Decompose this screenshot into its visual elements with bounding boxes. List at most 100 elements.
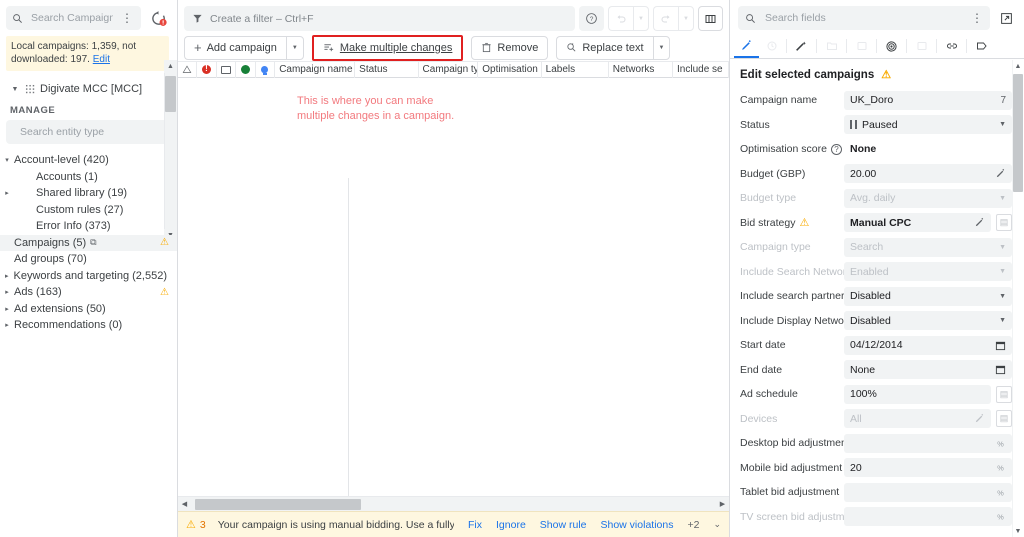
sidebar-item-custom-rules-27[interactable]: Custom rules (27) [0, 202, 177, 219]
entity-type-search[interactable]: ⋮ [6, 120, 175, 144]
edit-scroll-thumb[interactable] [1013, 74, 1023, 192]
chevron-right-icon[interactable]: ▸ [0, 288, 14, 296]
tab-label[interactable] [969, 34, 994, 58]
column-header[interactable]: Campaign name [275, 61, 356, 78]
undo-dropdown[interactable]: ▼ [633, 6, 649, 31]
chevron-right-icon[interactable]: ▸ [0, 321, 14, 329]
hscroll-thumb[interactable] [195, 498, 361, 510]
status-link-fix[interactable]: Fix [468, 519, 482, 531]
field-value-ad-schedule[interactable]: 100% [844, 384, 991, 404]
field-value-tablet-bid-adjustment[interactable]: % [844, 482, 1012, 502]
field-value-tv-screen-bid-adjustment[interactable]: % [844, 507, 1012, 527]
field-value-desktop-bid-adjustment[interactable]: % [844, 433, 1012, 453]
chevron-down-icon[interactable]: ▼ [10, 86, 20, 93]
copy-to-clipboard-button[interactable]: ▤ [996, 385, 1012, 403]
pencil-icon-button[interactable] [995, 168, 1006, 179]
undo-button[interactable] [608, 6, 633, 31]
chevron-down-icon[interactable]: ⌄ [713, 519, 721, 530]
field-value-mobile-bid-adjustment[interactable]: 20% [844, 458, 1012, 478]
table-horizontal-scrollbar[interactable]: ◀ ▶ [178, 496, 729, 511]
column-warning-icon[interactable] [178, 61, 198, 78]
search-options-kebab[interactable]: ⋮ [121, 12, 133, 24]
field-value-devices[interactable]: All [844, 409, 991, 429]
redo-button[interactable] [653, 6, 678, 31]
field-value-bid-strategy[interactable]: Manual CPC [844, 213, 991, 233]
column-header[interactable]: Optimisation sc... [478, 61, 542, 78]
redo-dropdown[interactable]: ▼ [678, 6, 694, 31]
fields-search[interactable]: ⋮ [738, 6, 990, 30]
hscroll-right-arrow[interactable]: ▶ [716, 500, 729, 508]
sync-button[interactable] [145, 6, 171, 30]
column-comment-icon[interactable] [217, 61, 237, 78]
add-campaign-button[interactable]: + Add campaign [184, 35, 286, 60]
column-enabled-icon[interactable] [236, 61, 256, 78]
column-header[interactable]: Campaign type [419, 61, 479, 78]
search-input[interactable] [29, 11, 115, 25]
field-value-start-date[interactable]: 04/12/2014 [844, 335, 1012, 355]
field-value-budget-gbp[interactable]: 20.00 [844, 164, 1012, 184]
pencil-icon-button[interactable] [974, 217, 985, 228]
tab-note[interactable] [849, 34, 874, 58]
status-link-show-violations[interactable]: Show violations [601, 519, 674, 531]
sidebar-item-error-info-373[interactable]: Error Info (373) [0, 218, 177, 235]
chevron-down-icon[interactable]: ▼ [999, 195, 1006, 202]
add-campaign-dropdown[interactable]: ▼ [285, 35, 304, 60]
redo-group[interactable]: ▼ [653, 6, 694, 31]
field-value-campaign-type[interactable]: Search ▼ [844, 237, 1012, 257]
campaign-search[interactable]: ⋮ [6, 6, 141, 30]
column-header[interactable]: Include se [673, 61, 730, 78]
field-value-end-date[interactable]: None [844, 360, 1012, 380]
chevron-down-icon[interactable]: ▾ [0, 156, 14, 164]
chevron-right-icon[interactable]: ▸ [0, 305, 14, 313]
chevron-right-icon[interactable]: ▸ [0, 189, 14, 197]
chevron-down-icon[interactable]: ▼ [999, 293, 1006, 300]
sidebar-item-ad-extensions-50[interactable]: ▸ Ad extensions (50) [0, 301, 177, 318]
tab-edit[interactable] [734, 34, 759, 58]
undo-group[interactable]: ▼ [608, 6, 649, 31]
tab-link[interactable] [939, 34, 964, 58]
column-error-icon[interactable] [197, 61, 217, 78]
chevron-down-icon[interactable]: ▼ [999, 244, 1006, 251]
pencil-icon-button[interactable] [974, 413, 985, 424]
calendar-icon-button[interactable] [995, 340, 1006, 351]
sidebar-scroll-thumb[interactable] [165, 76, 176, 112]
chevron-right-icon[interactable]: ▸ [0, 272, 14, 280]
sidebar-item-ad-groups-70[interactable]: Ad groups (70) [0, 251, 177, 268]
field-value-budget-type[interactable]: Avg. daily ▼ [844, 188, 1012, 208]
replace-text-button[interactable]: Replace text [556, 35, 653, 60]
edit-scroll-up[interactable]: ▲ [1012, 60, 1024, 72]
sidebar-item-shared-library-19[interactable]: ▸ Shared library (19) [0, 185, 177, 202]
field-value-include-search-partners[interactable]: Disabled ▼ [844, 286, 1012, 306]
status-link-show-rule[interactable]: Show rule [540, 519, 587, 531]
column-header[interactable]: Status [355, 61, 419, 78]
sidebar-scroll-up[interactable]: ▲ [164, 60, 177, 73]
remove-button[interactable]: Remove [471, 35, 549, 60]
status-more-count[interactable]: +2 [687, 519, 699, 531]
fields-search-input[interactable] [763, 11, 964, 25]
hscroll-left-arrow[interactable]: ◀ [178, 500, 191, 508]
hscroll-track[interactable] [191, 497, 716, 512]
account-tree-row[interactable]: ▼ Digivate MCC [MCC] [6, 79, 171, 99]
tab-folder[interactable] [819, 34, 844, 58]
open-in-new-icon[interactable]: ⧉ [90, 237, 96, 248]
help-button[interactable]: ? [579, 6, 604, 31]
chevron-down-icon[interactable]: ▼ [999, 121, 1006, 128]
help-icon[interactable]: ? [830, 143, 842, 155]
field-value-include-display-network[interactable]: Disabled ▼ [844, 311, 1012, 331]
notice-edit-link[interactable]: Edit [93, 54, 110, 65]
status-link-ignore[interactable]: Ignore [496, 519, 526, 531]
field-value-campaign-name[interactable]: UK_Doro 7 [844, 90, 1012, 110]
sidebar-item-accounts-1[interactable]: Accounts (1) [0, 169, 177, 186]
columns-button[interactable] [698, 6, 723, 31]
chevron-down-icon[interactable]: ▼ [999, 268, 1006, 275]
field-value-include-search-network[interactable]: Enabled ▼ [844, 262, 1012, 282]
replace-text-dropdown[interactable]: ▼ [652, 35, 671, 60]
sidebar-item-campaigns-5[interactable]: Campaigns (5) ⧉ ⚠ [0, 234, 177, 251]
column-idea-icon[interactable] [256, 61, 276, 78]
chevron-down-icon[interactable]: ▼ [999, 317, 1006, 324]
entity-search-input[interactable] [18, 125, 157, 139]
copy-to-clipboard-button[interactable]: ▤ [996, 214, 1012, 232]
sidebar-item-keywords-and-targeting-2-552[interactable]: ▸ Keywords and targeting (2,552) [0, 268, 177, 285]
sidebar-item-recommendations-0[interactable]: ▸ Recommendations (0) [0, 317, 177, 334]
fields-search-kebab[interactable]: ⋮ [971, 12, 983, 24]
